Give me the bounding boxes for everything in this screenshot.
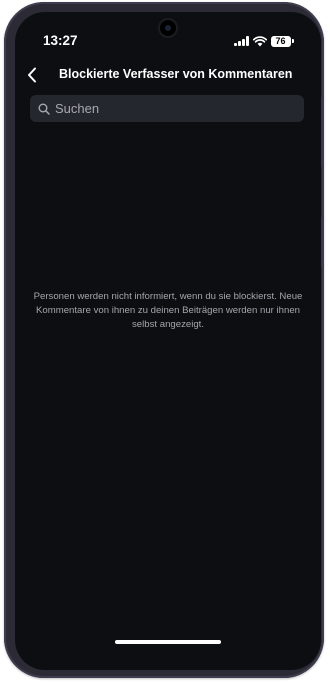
page-title: Blockierte Verfasser von Kommentaren [59, 67, 293, 81]
battery-icon: 76 [270, 35, 294, 47]
info-text: Personen werden nicht informiert, wenn d… [33, 290, 303, 330]
status-time: 13:27 [43, 33, 78, 48]
wifi-icon [252, 35, 267, 46]
status-bar: 13:27 76 [15, 12, 321, 56]
search-input[interactable] [55, 101, 304, 116]
status-icons: 76 [234, 34, 294, 48]
search-icon [38, 103, 50, 115]
screen: 13:27 76 Blockierte Verfasser von Kommen… [15, 12, 321, 670]
front-camera [160, 20, 176, 36]
chevron-left-icon [28, 67, 36, 83]
search-field[interactable] [30, 95, 304, 122]
back-button[interactable] [21, 62, 43, 88]
home-indicator[interactable] [115, 640, 221, 644]
nav-header: Blockierte Verfasser von Kommentaren [15, 62, 321, 88]
phone-frame: 13:27 76 Blockierte Verfasser von Kommen… [4, 2, 324, 678]
signal-icon [234, 36, 249, 46]
